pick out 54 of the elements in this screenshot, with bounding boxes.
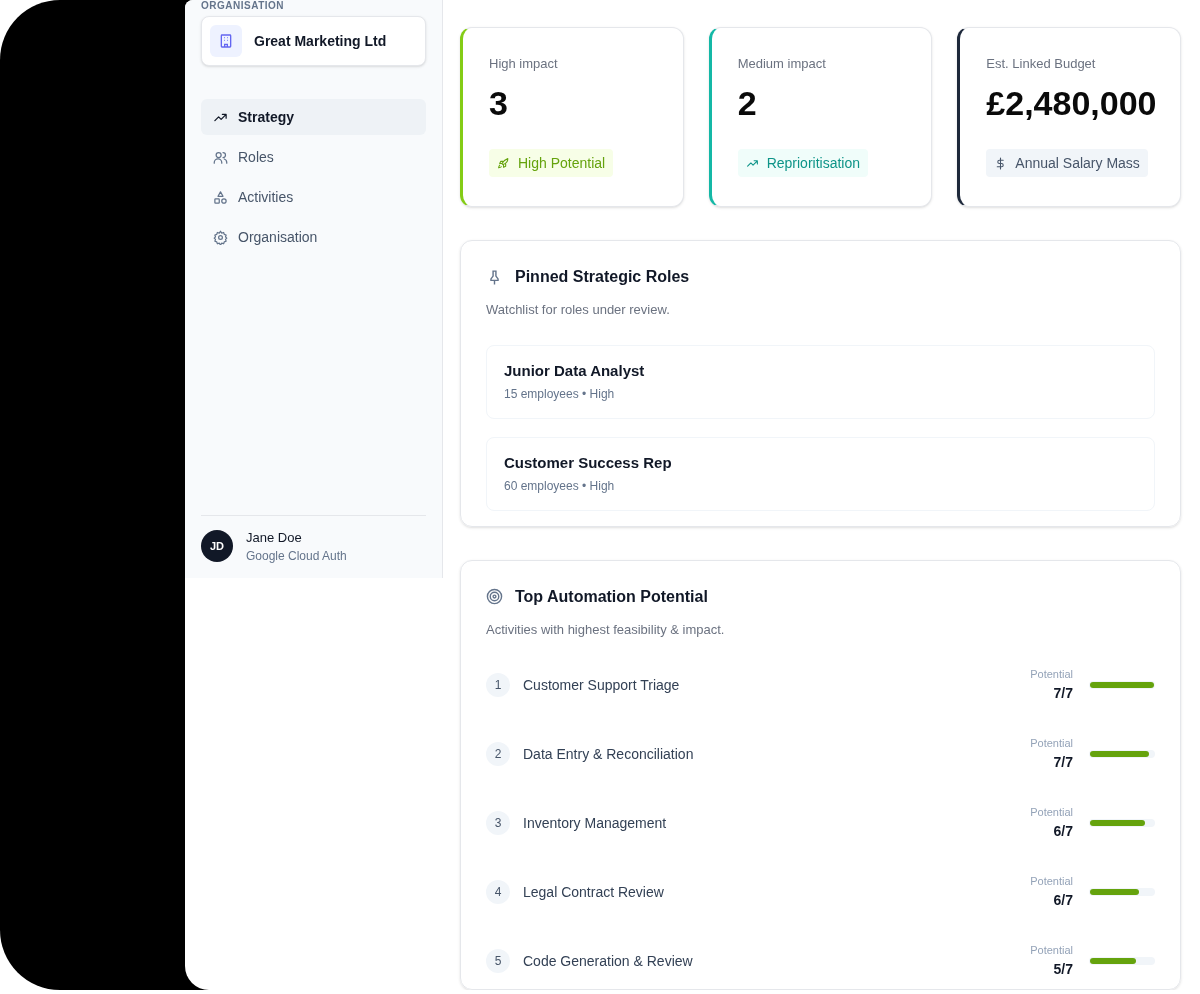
potential-score: 6/7 [1053,890,1073,910]
potential-score: 7/7 [1053,683,1073,703]
role-name: Customer Success Rep [504,452,673,473]
activity-name: Customer Support Triage [523,675,681,695]
potential-score: 7/7 [1053,752,1073,772]
stat-badge: High Potential [489,149,614,177]
role-name: Junior Data Analyst [504,360,646,381]
potential-score: 6/7 [1053,821,1073,841]
nav-item[interactable]: Strategy [201,99,426,135]
stat-badge: Reprioritisation [737,149,869,177]
potential-label: Potential [1030,874,1073,890]
role-card[interactable]: Customer Success Rep 60 employees • High [486,436,1155,511]
role-card[interactable]: Junior Data Analyst 15 employees • High [486,344,1155,419]
nav-item[interactable]: Roles [201,139,426,175]
shapes-icon [213,189,228,205]
organisation-card[interactable]: Great Marketing Ltd [201,16,426,66]
potential-score: 5/7 [1053,959,1073,979]
user-subtitle: Google Cloud Auth [246,548,347,565]
potential-label: Potential [1030,805,1073,821]
users-icon [213,149,228,165]
user-name: Jane Doe [246,528,303,547]
role-meta: 15 employees • High [504,386,616,404]
potential-label: Potential [1030,736,1073,752]
card-subtitle: Activities with highest feasibility & impact. [486,620,726,639]
stat-value: 3 [489,82,508,124]
building-icon [210,25,242,57]
activity-name: Inventory Management [523,813,668,833]
stat-badge: Annual Salary Mass [986,149,1148,177]
stat-label: High impact [489,55,558,73]
rank-badge: 2 [486,742,510,766]
potential-label: Potential [1030,943,1073,959]
stat-label: Est. Linked Budget [986,55,1096,73]
target-icon [486,588,503,605]
stat-value: £2,480,000 [986,82,1157,124]
rank-badge: 5 [486,949,510,973]
stat-value: 2 [737,82,757,124]
rank-badge: 3 [486,811,510,835]
rocket-icon [497,156,510,170]
activity-name: Legal Contract Review [523,882,665,902]
card-subtitle: Watchlist for roles under review. [486,301,671,319]
potential-label: Potential [1030,667,1073,683]
activity-name: Code Generation & Review [523,951,694,971]
user-avatar: JD [201,530,233,563]
role-meta: 60 employees • High [504,478,616,496]
card-title: Top Automation Potential [515,586,708,607]
nav-item[interactable]: Organisation [201,219,426,255]
rank-badge: 1 [486,673,510,697]
settings-icon [213,229,228,245]
card-title: Pinned Strategic Roles [515,267,690,287]
stat-label: Medium impact [737,55,826,73]
nav-item[interactable]: Activities [201,179,426,215]
rank-badge: 4 [486,880,510,904]
section-label: ORGANISATION [201,1,286,11]
activity-name: Data Entry & Reconciliation [523,744,695,764]
